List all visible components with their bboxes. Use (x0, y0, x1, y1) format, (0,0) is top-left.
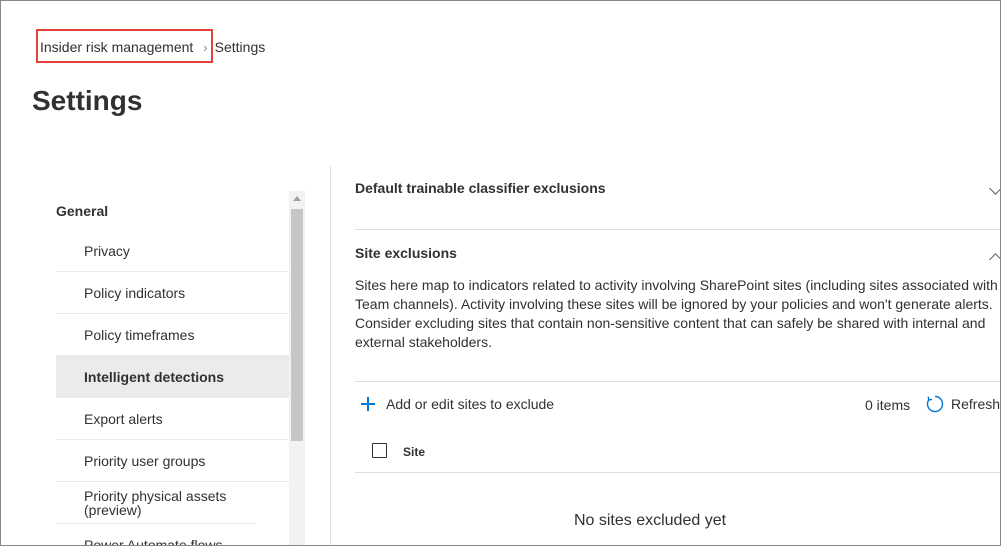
section-divider (355, 229, 1000, 230)
nav-item-label: Power Automate flows (84, 537, 223, 546)
items-count: 0 items (865, 397, 911, 413)
column-header-site[interactable]: Site (403, 445, 425, 459)
nav-scrollbar[interactable] (289, 191, 305, 545)
nav-item-export-alerts[interactable]: Export alerts (56, 398, 289, 440)
scroll-up-arrow-icon[interactable] (293, 196, 301, 201)
chevron-up-icon[interactable] (989, 253, 1000, 266)
chevron-right-icon: › (203, 39, 208, 55)
nav-item-policy-timeframes[interactable]: Policy timeframes (56, 314, 289, 356)
nav-item-label: Priority user groups (84, 452, 206, 469)
nav-item-priority-physical-assets[interactable]: Priority physical assets (preview) (56, 482, 256, 524)
nav-item-privacy[interactable]: Privacy (56, 230, 289, 272)
nav-item-label: Export alerts (84, 410, 163, 427)
classifier-exclusions-title: Default trainable classifier exclusions (355, 180, 606, 196)
breadcrumb: Insider risk management › Settings (40, 37, 265, 57)
nav-item-label: Policy indicators (84, 284, 186, 301)
nav-item-label: Intelligent detections (84, 368, 225, 385)
table-header: Site (355, 439, 1000, 465)
nav-item-intelligent-detections[interactable]: Intelligent detections (56, 356, 289, 398)
settings-content: Default trainable classifier exclusions … (355, 166, 1000, 545)
site-exclusions-title: Site exclusions (355, 245, 457, 261)
refresh-button[interactable]: Refresh (925, 393, 1000, 415)
panel-divider (330, 166, 331, 545)
nav-item-priority-user-groups[interactable]: Priority user groups (56, 440, 289, 482)
command-bar: Add or edit sites to exclude 0 items Ref… (355, 391, 1000, 417)
nav-item-label: Priority physical assets (preview) (84, 487, 227, 518)
page-title: Settings (32, 85, 143, 116)
toolbar-divider (355, 381, 1000, 382)
add-sites-label: Add or edit sites to exclude (386, 396, 555, 412)
select-all-checkbox[interactable] (372, 443, 387, 458)
plus-icon (361, 397, 375, 411)
site-exclusions-description: Sites here map to indicators related to … (355, 277, 998, 350)
table-header-divider (355, 472, 1000, 473)
scroll-thumb[interactable] (291, 209, 303, 441)
nav-section-title: General (56, 203, 109, 219)
empty-state-message: No sites excluded yet (573, 512, 727, 529)
add-sites-button[interactable]: Add or edit sites to exclude (361, 393, 554, 415)
refresh-label: Refresh (951, 396, 1001, 412)
nav-item-policy-indicators[interactable]: Policy indicators (56, 272, 289, 314)
breadcrumb-current: Settings (214, 39, 266, 55)
site-exclusions-header[interactable]: Site exclusions (355, 245, 1000, 267)
classifier-exclusions-header[interactable]: Default trainable classifier exclusions (355, 180, 1000, 202)
refresh-icon (926, 395, 944, 413)
breadcrumb-root-link[interactable]: Insider risk management (40, 39, 193, 55)
nav-item-power-automate-flows[interactable]: Power Automate flows (56, 524, 289, 546)
nav-item-label: Policy timeframes (84, 326, 195, 343)
chevron-down-icon[interactable] (989, 182, 1000, 195)
settings-page: Insider risk management › Settings Setti… (0, 0, 1001, 546)
nav-item-label: Privacy (84, 242, 130, 259)
